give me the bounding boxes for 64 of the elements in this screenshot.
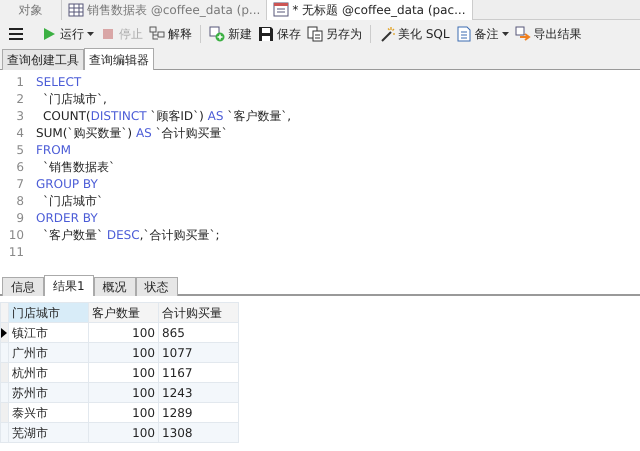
- column-header[interactable]: 合计购买量: [158, 302, 238, 322]
- toolbar-button[interactable]: 新建: [206, 22, 255, 46]
- table-cell: 1308: [158, 422, 238, 442]
- line-number: 11: [8, 244, 24, 261]
- code-line: GROUP BY: [36, 176, 98, 193]
- row-pointer-icon: [1, 328, 7, 338]
- code-line: SUM(`购买数量`) AS `合计购买量`: [36, 125, 228, 142]
- line-number: 2: [15, 91, 24, 108]
- code-line: FROM: [36, 142, 72, 159]
- table-cell: 广州市: [8, 342, 88, 362]
- document-tab[interactable]: 对象: [0, 0, 62, 20]
- table-cell: 100: [88, 422, 158, 442]
- table-cell: 100: [88, 342, 158, 362]
- save-as-icon: [307, 26, 323, 42]
- editor-tab[interactable]: 查询编辑器: [84, 48, 154, 70]
- toolbar-button[interactable]: 解释: [146, 22, 195, 46]
- line-number: 7: [15, 176, 24, 193]
- caret-icon: [87, 32, 94, 36]
- line-number: 3: [15, 108, 24, 125]
- toolbar-button[interactable]: 美化 SQL: [376, 22, 453, 46]
- table-cell: 芜湖市: [8, 422, 88, 442]
- document-tab[interactable]: 销售数据表 @coffee_data (p...: [62, 0, 268, 20]
- toolbar-button[interactable]: 另存为: [304, 22, 365, 46]
- code-line: `客户数量` DESC,`合计购买量`;: [42, 227, 220, 244]
- toolbar-button[interactable]: 保存: [255, 22, 304, 46]
- line-number: 5: [15, 142, 24, 159]
- result-tab[interactable]: 状态: [136, 277, 178, 296]
- line-number: 1: [15, 74, 24, 91]
- result-tab[interactable]: 概况: [94, 277, 136, 296]
- table-cell: 100: [88, 382, 158, 402]
- toolbar-button[interactable]: 备注: [452, 22, 512, 46]
- table-icon: [68, 2, 84, 18]
- query-icon: [273, 2, 290, 18]
- table-cell: 1243: [158, 382, 238, 402]
- caret-icon: [502, 32, 509, 36]
- result-tab[interactable]: 信息: [2, 277, 44, 296]
- line-number: 4: [15, 125, 24, 142]
- toolbar-button[interactable]: 运行: [38, 22, 97, 46]
- code-line: `门店城市`,: [42, 91, 107, 108]
- code-line: `门店城市`: [42, 193, 103, 210]
- code-line: `销售数据表`: [42, 159, 115, 176]
- code-line: COUNT(DISTINCT `顾客ID`) AS `客户数量`,: [42, 108, 292, 125]
- magic-wand-icon: [379, 26, 395, 42]
- play-icon: [41, 26, 57, 42]
- save-icon: [258, 26, 274, 42]
- code-line: SELECT: [36, 74, 82, 91]
- menu-icon: [9, 28, 23, 40]
- line-number: 9: [15, 210, 24, 227]
- line-number: 8: [15, 193, 24, 210]
- explain-icon: [149, 26, 165, 42]
- table-cell: 苏州市: [8, 382, 88, 402]
- toolbar-button[interactable]: 导出结果: [512, 22, 585, 46]
- table-cell: 1077: [158, 342, 238, 362]
- new-query-icon: [209, 26, 225, 42]
- line-number: 6: [15, 159, 24, 176]
- result-tab[interactable]: 结果1: [44, 275, 94, 296]
- column-header[interactable]: 门店城市: [8, 302, 88, 322]
- line-number: 10: [8, 227, 24, 244]
- column-header[interactable]: 客户数量: [88, 302, 158, 322]
- code-line: ORDER BY: [36, 210, 98, 227]
- editor-tab[interactable]: 查询创建工具: [2, 49, 84, 70]
- document-tab[interactable]: * 无标题 @coffee_data (pac...: [267, 0, 473, 20]
- export-icon: [514, 26, 531, 42]
- document-icon: [456, 26, 472, 42]
